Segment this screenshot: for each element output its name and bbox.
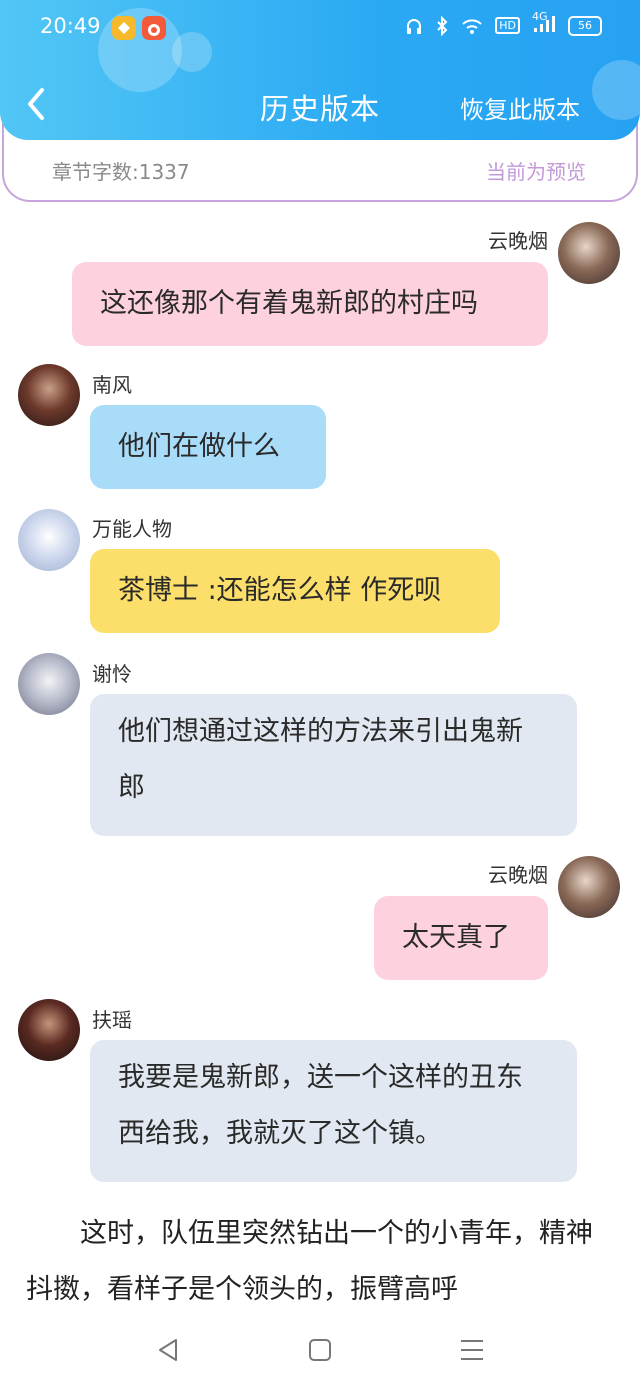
app-header: 20:49 HD 4G 56 历史版本 恢复此版本: [0, 0, 640, 140]
restore-version-button[interactable]: 恢复此版本: [460, 90, 580, 125]
message-bubble: 我要是鬼新郎，送一个这样的丑东西给我，我就灭了这个镇。: [90, 1040, 577, 1182]
sender-name: 云晚烟: [488, 863, 548, 887]
nav-home-icon[interactable]: [302, 1332, 338, 1368]
avatar-fuyao[interactable]: [18, 999, 80, 1061]
preview-status: 当前为预览: [486, 160, 586, 184]
sender-name: 扶瑶: [92, 1008, 132, 1032]
message-bubble: 他们想通过这样的方法来引出鬼新郎: [90, 694, 577, 836]
hd-icon: HD: [495, 17, 520, 34]
bluetooth-icon: [437, 15, 448, 36]
avatar-wanneng[interactable]: [18, 509, 80, 571]
nav-back-icon[interactable]: [150, 1332, 186, 1368]
message-bubble: 茶博士 :还能怎么样 作死呗: [90, 549, 500, 633]
nav-menu-icon[interactable]: [454, 1332, 490, 1368]
headphones-icon: [407, 18, 422, 34]
narrative-paragraph: 这时，队伍里突然钻出一个的小青年，精神抖擞，看样子是个领头的，振臂高呼: [26, 1218, 593, 1305]
avatar-nanfeng[interactable]: [18, 364, 80, 426]
sender-name: 云晚烟: [488, 229, 548, 253]
notification-app-icon: [112, 16, 136, 40]
message-bubble: 太天真了: [374, 896, 548, 980]
wifi-icon: [462, 18, 482, 34]
status-icons: HD 4G 56: [405, 10, 602, 37]
network-icon: 4G: [532, 10, 556, 37]
message-bubble: 这还像那个有着鬼新郎的村庄吗: [72, 262, 548, 346]
word-count: 章节字数:1337: [52, 160, 190, 184]
sender-name: 南风: [92, 373, 132, 397]
nav-bar: 历史版本 恢复此版本: [0, 72, 640, 138]
sender-name: 万能人物: [92, 517, 172, 541]
avatar-xielian[interactable]: [18, 653, 80, 715]
system-nav-bar: [0, 1310, 640, 1387]
avatar-yunwanyan[interactable]: [558, 222, 620, 284]
avatar-yunwanyan[interactable]: [558, 856, 620, 918]
sender-name: 谢怜: [92, 662, 132, 686]
status-time: 20:49: [40, 14, 101, 38]
battery-icon: 56: [568, 15, 602, 36]
status-bar: 20:49 HD 4G 56: [0, 0, 640, 56]
notification-app-icon: [142, 16, 166, 40]
message-bubble: 他们在做什么: [90, 405, 326, 489]
